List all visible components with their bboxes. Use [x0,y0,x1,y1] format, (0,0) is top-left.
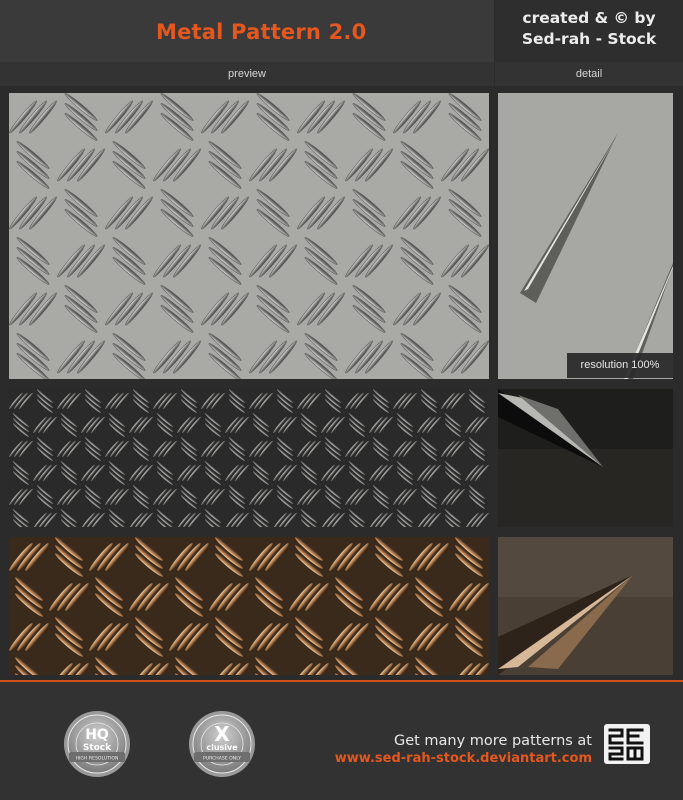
detail-label: detail [495,62,683,86]
silver-detail-image [498,93,673,379]
silver-preview-image [9,93,489,379]
credit-block: created & © by Sed-rah - Stock [495,0,683,62]
hq-badge-sub: Stock [83,743,112,753]
page-title: Metal Pattern 2.0 [156,20,367,44]
header-bar: Metal Pattern 2.0 [0,0,494,62]
black-detail-image [498,389,673,527]
resolution-badge: resolution 100% [567,353,673,378]
footer-promo-text: Get many more patterns at [393,733,592,749]
footer-website-link[interactable]: www.sed-rah-stock.deviantart.com [300,750,592,768]
bronze-preview-image [9,537,489,675]
credit-line-2: Sed-rah - Stock [521,30,657,48]
bronze-detail-image [498,537,673,675]
footer-promo: Get many more patterns at www.sed-rah-st… [300,732,592,768]
credit-line-1: created & © by [522,9,656,27]
hq-badge-main: HQ [85,727,109,743]
black-preview-image [9,389,489,527]
hq-badge-ring: HIGH RESOLUTION [76,756,119,762]
xclusive-badge: X clusive PURCHASE ONLY [188,710,256,778]
sed-rah-logo-icon [604,724,650,764]
preview-label: preview [0,62,494,86]
hq-stock-badge: HQ Stock HIGH RESOLUTION [63,710,131,778]
x-badge-sub: clusive [206,743,238,752]
x-badge-ring: PURCHASE ONLY [203,756,241,762]
